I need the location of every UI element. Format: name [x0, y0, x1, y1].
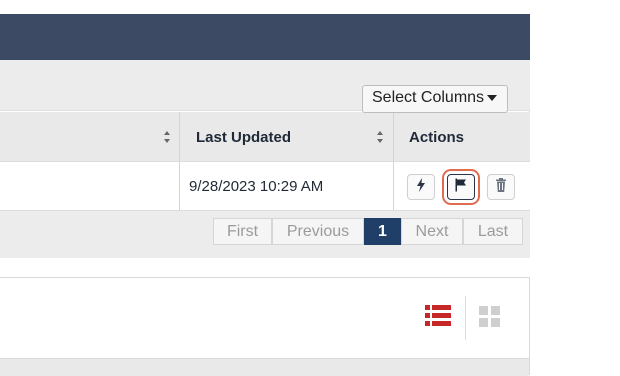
- current-page-button[interactable]: 1: [364, 218, 401, 245]
- pagination: First Previous 1 Next Last: [0, 211, 530, 258]
- list-view-icon[interactable]: [425, 305, 451, 332]
- flag-icon: [455, 178, 467, 196]
- flag-button[interactable]: [447, 174, 475, 200]
- column-header-actions: Actions: [394, 112, 530, 162]
- records-panel: Last Updated Actions 9/28/2023 10:29 AM: [0, 14, 530, 258]
- sort-icon[interactable]: [376, 130, 384, 144]
- actions-cell: [394, 162, 530, 211]
- grid-view-icon[interactable]: [479, 306, 501, 333]
- column-header-previous[interactable]: [0, 112, 180, 162]
- select-columns-dropdown[interactable]: Select Columns: [362, 85, 508, 113]
- table-row: 9/28/2023 10:29 AM: [0, 162, 530, 211]
- last-updated-cell: 9/28/2023 10:29 AM: [180, 162, 394, 211]
- delete-button[interactable]: [487, 174, 515, 200]
- panel-header-bar: [0, 14, 530, 60]
- trigger-button[interactable]: [407, 174, 435, 200]
- view-toggle-divider: [465, 296, 466, 340]
- table-toolbar: [0, 358, 529, 376]
- last-updated-value: 9/28/2023 10:29 AM: [189, 178, 324, 195]
- column-header-label: Last Updated: [196, 128, 292, 146]
- table-cell: [0, 162, 180, 211]
- pager-label: Next: [415, 222, 449, 240]
- secondary-panel: [0, 277, 530, 376]
- pager-label: Previous: [286, 222, 350, 240]
- pager-label: Last: [477, 222, 509, 240]
- chevron-down-icon: [487, 94, 498, 101]
- column-header-label: Actions: [409, 128, 465, 146]
- previous-page-button[interactable]: Previous: [272, 218, 364, 245]
- lightning-icon: [416, 178, 426, 196]
- sort-icon[interactable]: [163, 130, 171, 144]
- select-columns-label: Select Columns: [372, 89, 485, 106]
- last-page-button[interactable]: Last: [463, 218, 523, 245]
- next-page-button[interactable]: Next: [401, 218, 463, 245]
- column-header-last-updated[interactable]: Last Updated: [180, 112, 394, 162]
- pager-label: 1: [378, 222, 387, 240]
- trash-icon: [495, 178, 507, 196]
- first-page-button[interactable]: First: [213, 218, 272, 245]
- table-header: Last Updated Actions: [0, 112, 530, 162]
- pager-label: First: [226, 222, 259, 240]
